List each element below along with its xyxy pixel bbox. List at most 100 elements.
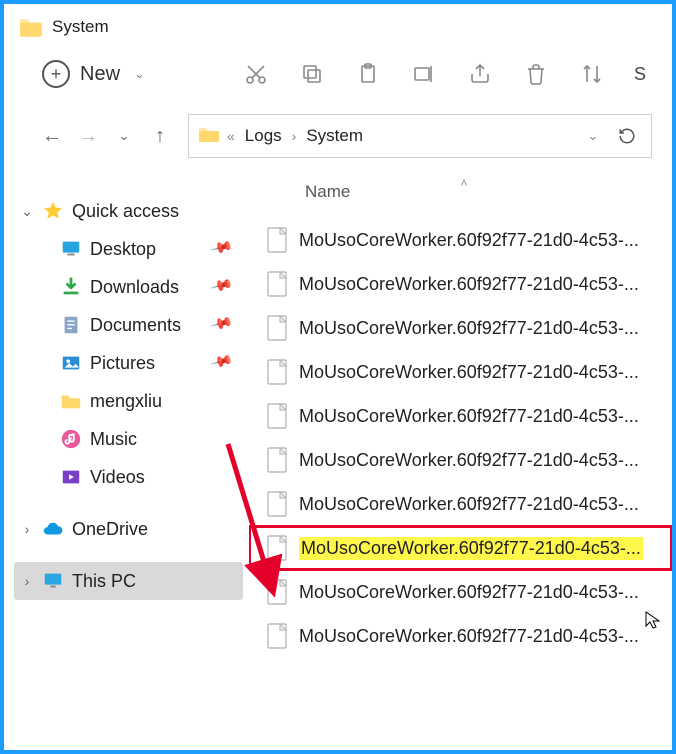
this-pc-item[interactable]: › This PC xyxy=(14,562,243,600)
sort-icon[interactable] xyxy=(578,60,606,88)
sidebar-item-pictures[interactable]: Pictures 📌 xyxy=(60,344,243,382)
column-header-name[interactable]: ˄ Name xyxy=(249,176,672,218)
file-name: MoUsoCoreWorker.60f92f77-21d0-4c53-... xyxy=(299,274,639,295)
file-row[interactable]: MoUsoCoreWorker.60f92f77-21d0-4c53-... xyxy=(249,526,672,570)
file-row[interactable]: MoUsoCoreWorker.60f92f77-21d0-4c53-... xyxy=(249,350,672,394)
refresh-button[interactable] xyxy=(613,122,641,150)
sidebar-item-label: Desktop xyxy=(90,239,156,260)
onedrive-label: OneDrive xyxy=(72,519,148,540)
rename-icon[interactable] xyxy=(410,60,438,88)
document-icon xyxy=(267,359,287,385)
onedrive-item[interactable]: › OneDrive xyxy=(14,510,243,548)
document-icon xyxy=(267,447,287,473)
document-icon xyxy=(267,579,287,605)
file-row[interactable]: MoUsoCoreWorker.60f92f77-21d0-4c53-... xyxy=(249,482,672,526)
quick-access-group[interactable]: ⌄ Quick access xyxy=(14,192,243,230)
chevron-right-icon: › xyxy=(292,128,297,144)
file-name: MoUsoCoreWorker.60f92f77-21d0-4c53-... xyxy=(299,362,639,383)
chevron-down-icon: ⌄ xyxy=(20,203,34,220)
file-row[interactable]: MoUsoCoreWorker.60f92f77-21d0-4c53-... xyxy=(249,614,672,658)
recent-locations-button[interactable]: ⌄ xyxy=(110,122,138,150)
sidebar-item-mengxliu[interactable]: mengxliu xyxy=(60,382,243,420)
sidebar-item-label: Documents xyxy=(90,315,181,336)
pin-icon: 📌 xyxy=(209,349,239,377)
star-icon xyxy=(42,200,64,222)
address-bar[interactable]: « Logs › System ⌄ xyxy=(188,114,652,158)
desktop-icon xyxy=(60,238,82,260)
sidebar-item-music[interactable]: Music xyxy=(60,420,243,458)
document-icon xyxy=(267,623,287,649)
window-title: System xyxy=(52,17,109,37)
pin-icon: 📌 xyxy=(209,235,239,263)
delete-icon[interactable] xyxy=(522,60,550,88)
window-titlebar: System xyxy=(4,4,672,46)
chevron-right-icon: › xyxy=(20,573,34,589)
this-pc-label: This PC xyxy=(72,571,136,592)
file-name: MoUsoCoreWorker.60f92f77-21d0-4c53-... xyxy=(299,582,639,603)
pin-icon: 📌 xyxy=(209,311,239,339)
new-button[interactable]: + New ⌄ xyxy=(42,60,145,88)
videos-icon xyxy=(60,466,82,488)
plus-icon: + xyxy=(42,60,70,88)
sidebar-item-label: Videos xyxy=(90,467,145,488)
new-button-label: New xyxy=(80,63,120,86)
breadcrumb-prefix: « xyxy=(227,128,235,144)
forward-button[interactable]: → xyxy=(74,122,102,150)
sidebar-item-label: Pictures xyxy=(90,353,155,374)
toolbar: + New ⌄ S xyxy=(4,46,672,106)
file-row[interactable]: MoUsoCoreWorker.60f92f77-21d0-4c53-... xyxy=(249,306,672,350)
back-button[interactable]: ← xyxy=(38,122,66,150)
file-name: MoUsoCoreWorker.60f92f77-21d0-4c53-... xyxy=(299,230,639,251)
pictures-icon xyxy=(60,352,82,374)
sidebar-item-downloads[interactable]: Downloads 📌 xyxy=(60,268,243,306)
folder-icon xyxy=(18,14,44,40)
pin-icon: 📌 xyxy=(209,273,239,301)
file-name: MoUsoCoreWorker.60f92f77-21d0-4c53-... xyxy=(299,450,639,471)
cut-icon[interactable] xyxy=(242,60,270,88)
file-row[interactable]: MoUsoCoreWorker.60f92f77-21d0-4c53-... xyxy=(249,218,672,262)
document-icon xyxy=(267,271,287,297)
document-icon xyxy=(267,403,287,429)
file-row[interactable]: MoUsoCoreWorker.60f92f77-21d0-4c53-... xyxy=(249,438,672,482)
sort-indicator-icon: ˄ xyxy=(461,176,468,190)
document-icon xyxy=(267,227,287,253)
folder-icon xyxy=(197,122,221,151)
sidebar-item-label: Music xyxy=(90,429,137,450)
file-list-pane: ˄ Name MoUsoCoreWorker.60f92f77-21d0-4c5… xyxy=(249,168,672,724)
monitor-icon xyxy=(42,570,64,592)
sidebar-item-label: Downloads xyxy=(90,277,179,298)
file-name: MoUsoCoreWorker.60f92f77-21d0-4c53-... xyxy=(299,406,639,427)
file-row[interactable]: MoUsoCoreWorker.60f92f77-21d0-4c53-... xyxy=(249,262,672,306)
file-name: MoUsoCoreWorker.60f92f77-21d0-4c53-... xyxy=(299,626,639,647)
file-row[interactable]: MoUsoCoreWorker.60f92f77-21d0-4c53-... xyxy=(249,394,672,438)
paste-icon[interactable] xyxy=(354,60,382,88)
sidebar-item-videos[interactable]: Videos xyxy=(60,458,243,496)
file-name: MoUsoCoreWorker.60f92f77-21d0-4c53-... xyxy=(299,318,639,339)
file-name: MoUsoCoreWorker.60f92f77-21d0-4c53-... xyxy=(299,494,639,515)
breadcrumb-current[interactable]: System xyxy=(302,126,367,146)
quick-access-label: Quick access xyxy=(72,201,179,222)
column-name-label: Name xyxy=(305,182,350,202)
document-icon xyxy=(267,535,287,561)
sidebar-item-label: mengxliu xyxy=(90,391,162,412)
cloud-icon xyxy=(42,518,64,540)
download-icon xyxy=(60,276,82,298)
navigation-pane: ⌄ Quick access Desktop📌Downloads📌Documen… xyxy=(4,168,249,724)
breadcrumb-parent[interactable]: Logs xyxy=(241,126,286,146)
file-name: MoUsoCoreWorker.60f92f77-21d0-4c53-... xyxy=(299,537,643,560)
document-icon xyxy=(60,314,82,336)
sidebar-item-desktop[interactable]: Desktop 📌 xyxy=(60,230,243,268)
document-icon xyxy=(267,315,287,341)
chevron-down-icon: ⌄ xyxy=(134,66,145,82)
music-icon xyxy=(60,428,82,450)
share-icon[interactable] xyxy=(466,60,494,88)
toolbar-overflow-text: S xyxy=(634,64,646,85)
navigation-row: ← → ⌄ ↑ « Logs › System ⌄ xyxy=(4,106,672,168)
sidebar-item-documents[interactable]: Documents 📌 xyxy=(60,306,243,344)
copy-icon[interactable] xyxy=(298,60,326,88)
document-icon xyxy=(267,491,287,517)
folder-icon xyxy=(60,390,82,412)
address-history-button[interactable]: ⌄ xyxy=(579,122,607,150)
file-row[interactable]: MoUsoCoreWorker.60f92f77-21d0-4c53-... xyxy=(249,570,672,614)
up-button[interactable]: ↑ xyxy=(146,122,174,150)
